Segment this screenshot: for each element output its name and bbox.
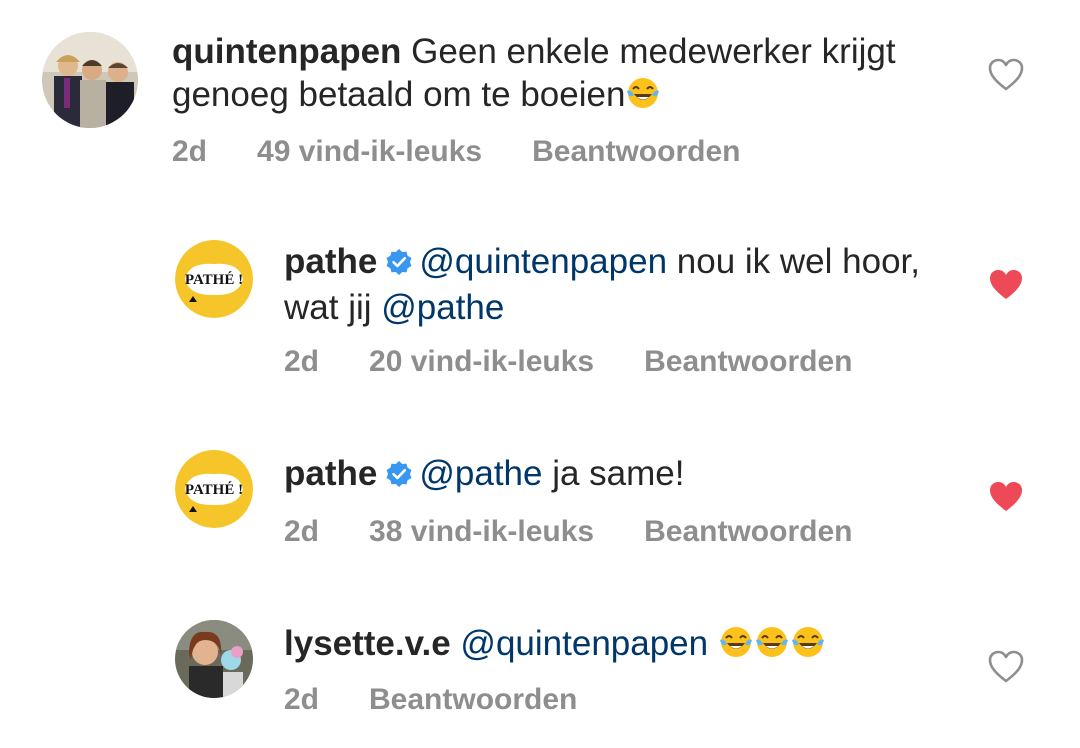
svg-text:PATHÉ !: PATHÉ ! (185, 271, 243, 288)
timestamp: 2d (284, 683, 320, 716)
likes-count[interactable]: 20 vind-ik-leuks (369, 345, 594, 378)
timestamp: 2d (284, 345, 320, 378)
reply-button[interactable]: Beantwoorden (369, 683, 577, 716)
likes-count[interactable]: 38 vind-ik-leuks (369, 515, 594, 548)
reply-button[interactable]: Beantwoorden (644, 515, 852, 548)
tears-of-joy-emoji (790, 624, 826, 660)
mention-link[interactable]: @quintenpapen (419, 242, 667, 281)
comment-quintenpapen: quintenpapen Geen enkele medewerker krij… (0, 0, 1080, 180)
avatar-pathe[interactable]: PATHÉ ! (175, 240, 253, 318)
timestamp: 2d (172, 135, 208, 168)
svg-text:PATHÉ !: PATHÉ ! (185, 481, 243, 498)
like-heart-icon[interactable] (988, 58, 1024, 92)
mention-link[interactable]: @pathe (419, 454, 542, 493)
tears-of-joy-emoji (625, 75, 661, 111)
avatar-lysette[interactable] (175, 620, 253, 698)
comment-body: ja same! (542, 454, 685, 493)
comment-meta: 2d 38 vind-ik-leuks Beantwoorden (284, 514, 852, 550)
reply-button[interactable]: Beantwoorden (644, 345, 852, 378)
verified-badge-icon (385, 243, 413, 286)
likes-count[interactable]: 49 vind-ik-leuks (257, 135, 482, 168)
verified-badge-icon (385, 455, 413, 498)
avatar-pathe[interactable]: PATHÉ ! (175, 450, 253, 528)
comment-pathe-reply-1: PATHÉ ! pathe @quintenpapen nou ik wel ho… (0, 220, 1080, 400)
comment-text: quintenpapen Geen enkele medewerker krij… (172, 30, 952, 116)
comment-text: pathe @quintenpapen nou ik wel hoor, wat … (284, 240, 924, 329)
username[interactable]: quintenpapen (172, 32, 401, 71)
comment-meta: 2d Beantwoorden (284, 682, 577, 718)
tears-of-joy-emoji (718, 624, 754, 660)
username[interactable]: lysette.v.e (284, 624, 451, 663)
mention-link[interactable]: @pathe (381, 288, 504, 327)
timestamp: 2d (284, 515, 320, 548)
comment-meta: 2d 49 vind-ik-leuks Beantwoorden (172, 134, 740, 170)
comment-pathe-reply-2: PATHÉ ! pathe @pathe ja same! 2d 38 vind-i… (0, 430, 1080, 590)
tears-of-joy-emoji (754, 624, 790, 660)
liked-heart-icon[interactable] (988, 480, 1024, 514)
username[interactable]: pathe (284, 242, 377, 281)
comment-text: lysette.v.e @quintenpapen (284, 622, 924, 665)
comment-text: pathe @pathe ja same! (284, 452, 924, 498)
mention-link[interactable]: @quintenpapen (460, 624, 708, 663)
comment-meta: 2d 20 vind-ik-leuks Beantwoorden (284, 344, 852, 380)
liked-heart-icon[interactable] (988, 268, 1024, 302)
avatar-quintenpapen[interactable] (42, 32, 138, 128)
like-heart-icon[interactable] (988, 650, 1024, 684)
comment-lysette: lysette.v.e @quintenpapen 2d Beantwoorden (0, 600, 1080, 748)
username[interactable]: pathe (284, 454, 377, 493)
reply-button[interactable]: Beantwoorden (532, 135, 740, 168)
